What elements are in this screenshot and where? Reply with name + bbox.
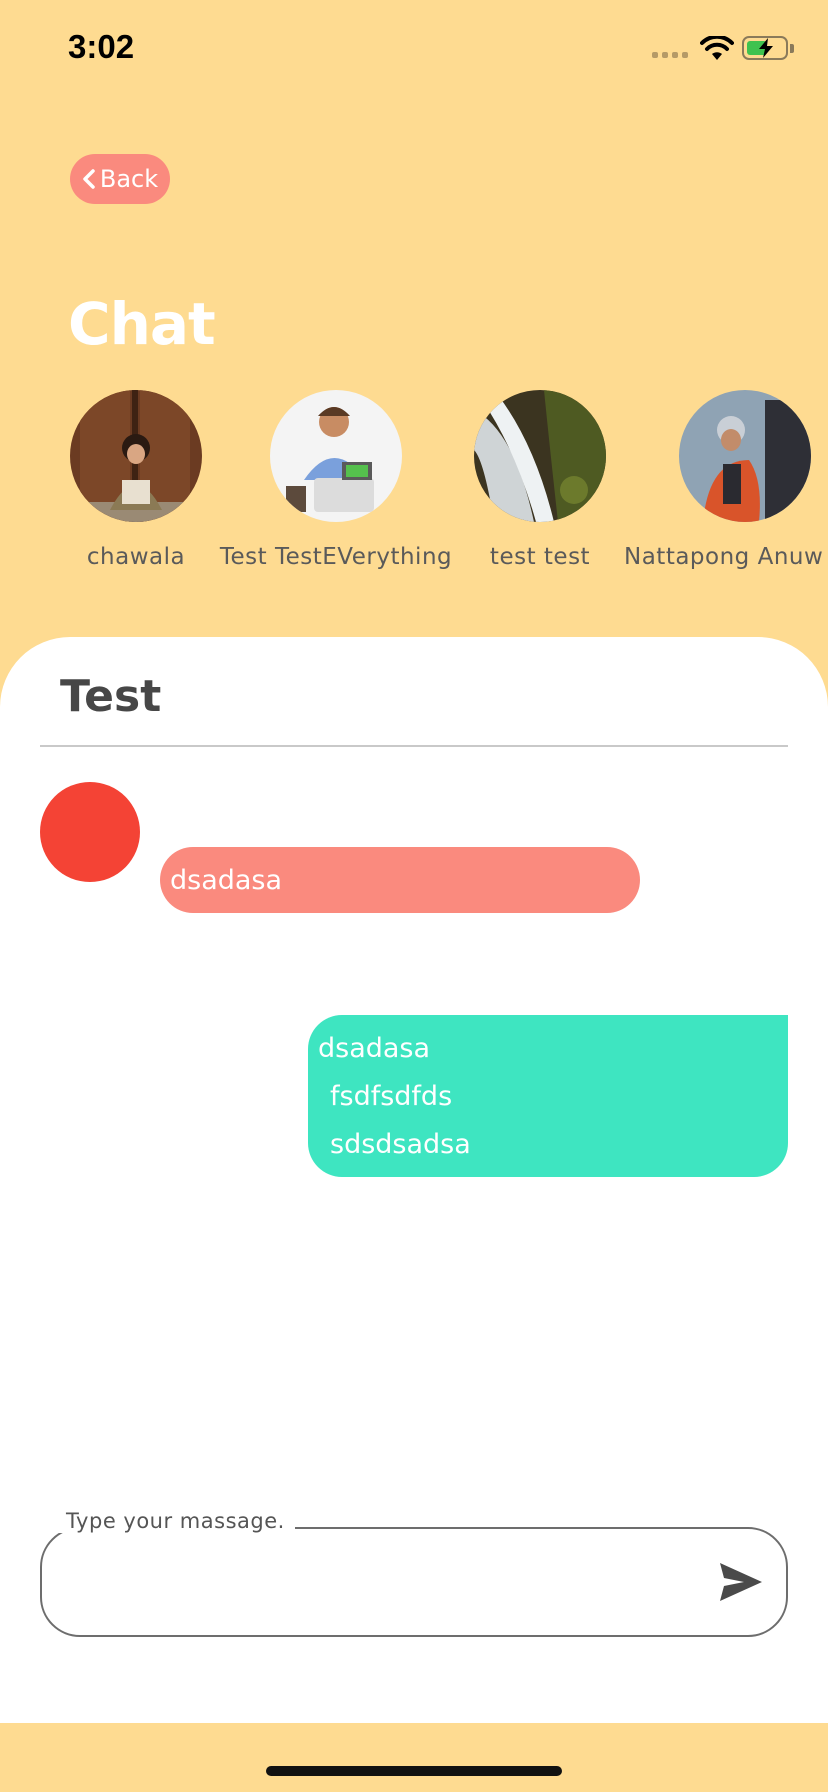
contact-item[interactable]: test test (474, 390, 606, 570)
avatar (70, 390, 202, 522)
chat-panel: Test dsadasa dsadasa fsdfsdfds sdsdsadsa… (0, 637, 828, 1723)
contact-name: chawala (86, 544, 186, 570)
charging-bolt-icon (759, 38, 773, 58)
contact-item[interactable]: Test TestEVerything (216, 390, 456, 570)
outgoing-message-bubble[interactable]: dsadasa fsdfsdfds sdsdsadsa (308, 1015, 788, 1177)
status-time: 3:02 (68, 28, 135, 65)
battery-tip (790, 44, 794, 53)
sender-avatar[interactable] (40, 782, 140, 882)
message-line: dsadasa (318, 1033, 431, 1064)
avatar (474, 390, 606, 522)
contact-name: test test (489, 544, 591, 570)
page-title: Chat (68, 290, 216, 358)
status-bar: 3:02 (0, 0, 828, 100)
message-input-label: Type your massage. (56, 1509, 295, 1533)
back-button[interactable]: Back (70, 154, 170, 204)
wifi-icon (700, 36, 734, 60)
incoming-message-bubble[interactable]: dsadasa (160, 847, 640, 913)
avatar (679, 390, 811, 522)
home-indicator[interactable] (266, 1766, 562, 1776)
contact-item[interactable]: Nattapong Anuw (624, 390, 828, 570)
message-text: dsadasa (170, 864, 283, 896)
chevron-left-icon (83, 169, 95, 189)
message-line: sdsdsadsa (330, 1129, 471, 1160)
contact-name: Test TestEVerything (219, 544, 453, 570)
message-composer[interactable]: Type your massage. (40, 1509, 788, 1637)
contact-item[interactable]: chawala (70, 390, 202, 570)
contacts-strip: chawala Test TestEVerything test test Na… (0, 390, 828, 580)
contact-name: Nattapong Anuw (624, 544, 824, 570)
divider (40, 745, 788, 747)
chat-title: Test (60, 671, 162, 722)
message-line: fsdfsdfds (330, 1081, 453, 1112)
avatar (270, 390, 402, 522)
back-label: Back (99, 165, 159, 193)
send-icon[interactable] (718, 1561, 764, 1603)
message-input[interactable] (62, 1549, 702, 1609)
cellular-signal-icon (652, 52, 688, 58)
